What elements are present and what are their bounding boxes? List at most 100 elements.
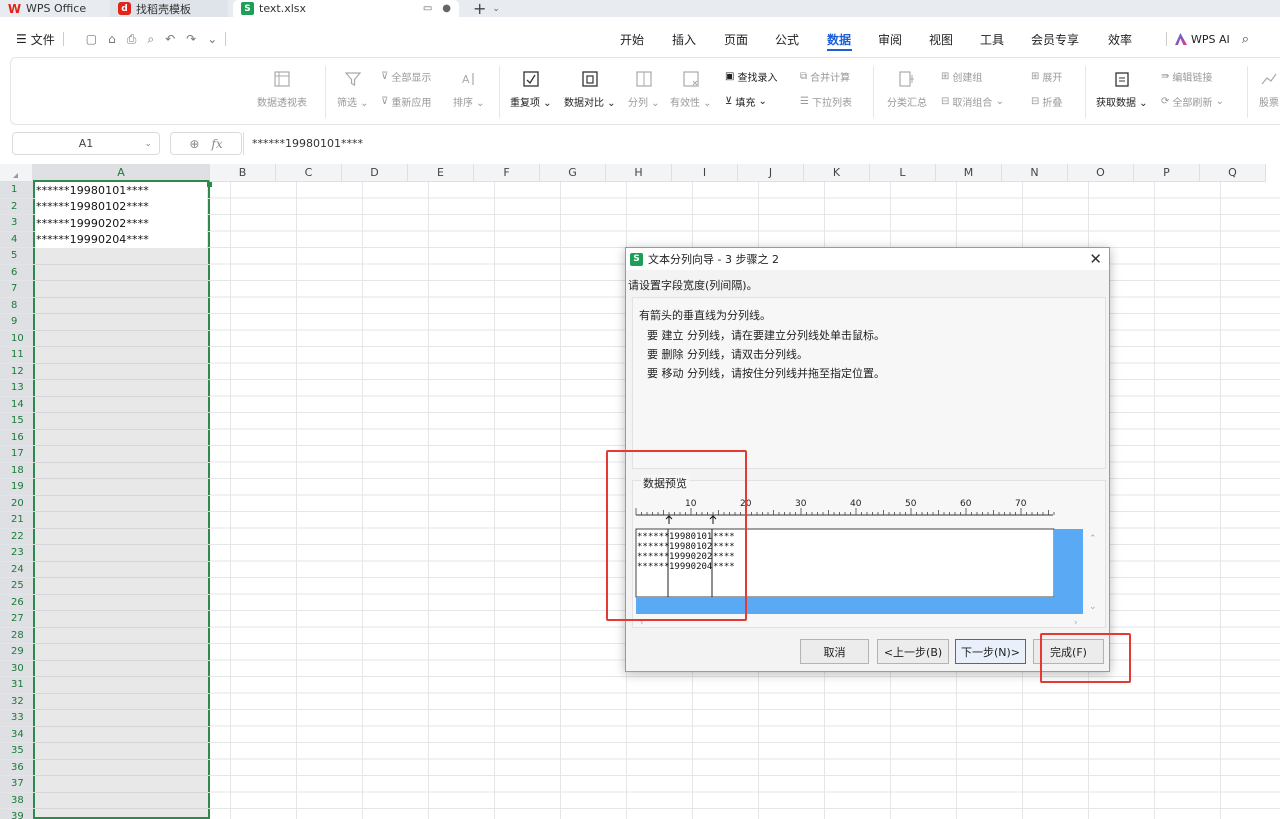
zoom-search-icon[interactable]: ⊕	[189, 137, 199, 151]
row-header[interactable]: 36	[0, 759, 33, 776]
column-header[interactable]: A	[33, 164, 210, 182]
redo-icon[interactable]: ↷	[186, 32, 196, 47]
row-header[interactable]: 16	[0, 429, 33, 446]
tab-review[interactable]: 审阅	[878, 25, 929, 53]
wps-ai-button[interactable]: WPS AI	[1175, 33, 1230, 46]
column-header[interactable]: I	[672, 164, 738, 182]
cell-a1[interactable]: ******19980101****	[35, 182, 207, 199]
share-icon[interactable]: ⌂	[108, 32, 116, 47]
column-header[interactable]: C	[276, 164, 342, 182]
row-header[interactable]: 32	[0, 693, 33, 710]
column-header[interactable]: L	[870, 164, 936, 182]
row-header[interactable]: 30	[0, 660, 33, 677]
tab-member[interactable]: 会员专享	[1031, 25, 1108, 53]
column-header[interactable]: K	[804, 164, 870, 182]
duplicates-button[interactable]: 重复项 ⌄	[510, 70, 552, 109]
consolidate-button[interactable]: ⧉ 合并计算	[800, 69, 850, 84]
row-header[interactable]: 2	[0, 198, 33, 215]
row-header[interactable]: 22	[0, 528, 33, 545]
row-header[interactable]: 5	[0, 248, 33, 265]
formula-input[interactable]: ******19980101****	[243, 132, 1280, 155]
column-header[interactable]: B	[210, 164, 276, 182]
pivot-table-button[interactable]: 数据透视表	[257, 70, 307, 109]
row-header[interactable]: 34	[0, 726, 33, 743]
row-header[interactable]: 29	[0, 644, 33, 661]
row-header[interactable]: 27	[0, 611, 33, 628]
row-header[interactable]: 38	[0, 792, 33, 809]
tab-formula[interactable]: 公式	[775, 25, 827, 53]
fx-icon[interactable]: fx	[211, 137, 222, 151]
row-header[interactable]: 26	[0, 594, 33, 611]
sort-button[interactable]: A 排序 ⌄	[453, 70, 485, 109]
select-all-corner[interactable]	[0, 164, 33, 182]
tab-view[interactable]: 视图	[929, 25, 980, 53]
cell-a3[interactable]: ******19990202****	[35, 215, 207, 232]
row-header[interactable]: 10	[0, 330, 33, 347]
column-header[interactable]: E	[408, 164, 474, 182]
add-tab-button[interactable]: +	[473, 0, 486, 18]
subtotal-button[interactable]: 分类汇总	[887, 70, 927, 109]
search-icon[interactable]: ⌕	[1242, 32, 1249, 47]
row-header[interactable]: 24	[0, 561, 33, 578]
tab-list-chevron-icon[interactable]: ⌄	[492, 4, 500, 14]
get-data-button[interactable]: 获取数据 ⌄	[1096, 70, 1148, 109]
row-header[interactable]: 28	[0, 627, 33, 644]
row-header[interactable]: 31	[0, 677, 33, 694]
filter-button[interactable]: 筛选 ⌄	[337, 70, 369, 109]
column-header[interactable]: P	[1134, 164, 1200, 182]
fill-button[interactable]: ⊻ 填充 ⌄	[725, 94, 767, 109]
row-header[interactable]: 15	[0, 413, 33, 430]
row-header[interactable]: 20	[0, 495, 33, 512]
column-header[interactable]: D	[342, 164, 408, 182]
row-header[interactable]: 1	[0, 182, 33, 199]
tab-wps-office[interactable]: W WPS Office	[0, 0, 110, 17]
lookup-entry-button[interactable]: ▣ 查找录入	[725, 69, 777, 84]
cell-a4[interactable]: ******19990204****	[35, 231, 207, 248]
reapply-button[interactable]: ⊽ 重新应用	[381, 94, 431, 109]
tab-data[interactable]: 数据	[827, 25, 852, 53]
row-header[interactable]: 13	[0, 380, 33, 397]
collapse-button[interactable]: ⊟ 折叠	[1031, 94, 1062, 109]
tab-text-xlsx[interactable]: S text.xlsx ▭ ●	[233, 0, 459, 17]
scroll-down-icon[interactable]: ⌄	[1089, 602, 1097, 612]
tab-home[interactable]: 开始	[620, 25, 672, 53]
next-button[interactable]: 下一步(N)>	[955, 639, 1026, 664]
row-header[interactable]: 39	[0, 809, 33, 819]
dialog-title-bar[interactable]: S 文本分列向导 - 3 步骤之 2 ✕	[626, 248, 1109, 270]
tab-insert[interactable]: 插入	[672, 25, 724, 53]
row-header[interactable]: 6	[0, 264, 33, 281]
row-header[interactable]: 25	[0, 578, 33, 595]
save-icon[interactable]: ▢	[86, 32, 97, 47]
column-header[interactable]: O	[1068, 164, 1134, 182]
tab-page[interactable]: 页面	[724, 25, 775, 53]
row-header[interactable]: 35	[0, 743, 33, 760]
ungroup-button[interactable]: ⊟ 取消组合 ⌄	[941, 94, 1004, 109]
close-icon[interactable]: ✕	[1089, 250, 1102, 268]
row-header[interactable]: 9	[0, 314, 33, 331]
tab-tools[interactable]: 工具	[980, 25, 1031, 53]
split-column-button[interactable]: 分列 ⌄	[628, 70, 660, 109]
data-compare-button[interactable]: 数据对比 ⌄	[564, 70, 616, 109]
fill-handle[interactable]	[207, 182, 212, 187]
print-icon[interactable]: ⎙	[127, 32, 137, 47]
row-header[interactable]: 3	[0, 215, 33, 232]
tab-template[interactable]: d 找稻壳模板	[110, 0, 228, 17]
column-header[interactable]: J	[738, 164, 804, 182]
scroll-right-icon[interactable]: ›	[1074, 618, 1078, 628]
cancel-button[interactable]: 取消	[800, 639, 869, 664]
row-header[interactable]: 7	[0, 281, 33, 298]
column-header[interactable]: G	[540, 164, 606, 182]
refresh-all-button[interactable]: ⟳ 全部刷新 ⌄	[1161, 94, 1224, 109]
dropdown-list-button[interactable]: ☰ 下拉列表	[800, 94, 852, 109]
row-header[interactable]: 17	[0, 446, 33, 463]
validity-button[interactable]: 有效性 ⌄	[670, 70, 712, 109]
column-header[interactable]: N	[1002, 164, 1068, 182]
show-all-button[interactable]: ⊽ 全部显示	[381, 69, 431, 84]
row-header[interactable]: 4	[0, 231, 33, 248]
row-header[interactable]: 23	[0, 545, 33, 562]
scroll-up-icon[interactable]: ⌃	[1089, 534, 1097, 544]
undo-icon[interactable]: ↶	[165, 32, 175, 47]
row-header[interactable]: 18	[0, 462, 33, 479]
row-header[interactable]: 19	[0, 479, 33, 496]
file-menu-button[interactable]: ☰ 文件	[16, 31, 55, 48]
